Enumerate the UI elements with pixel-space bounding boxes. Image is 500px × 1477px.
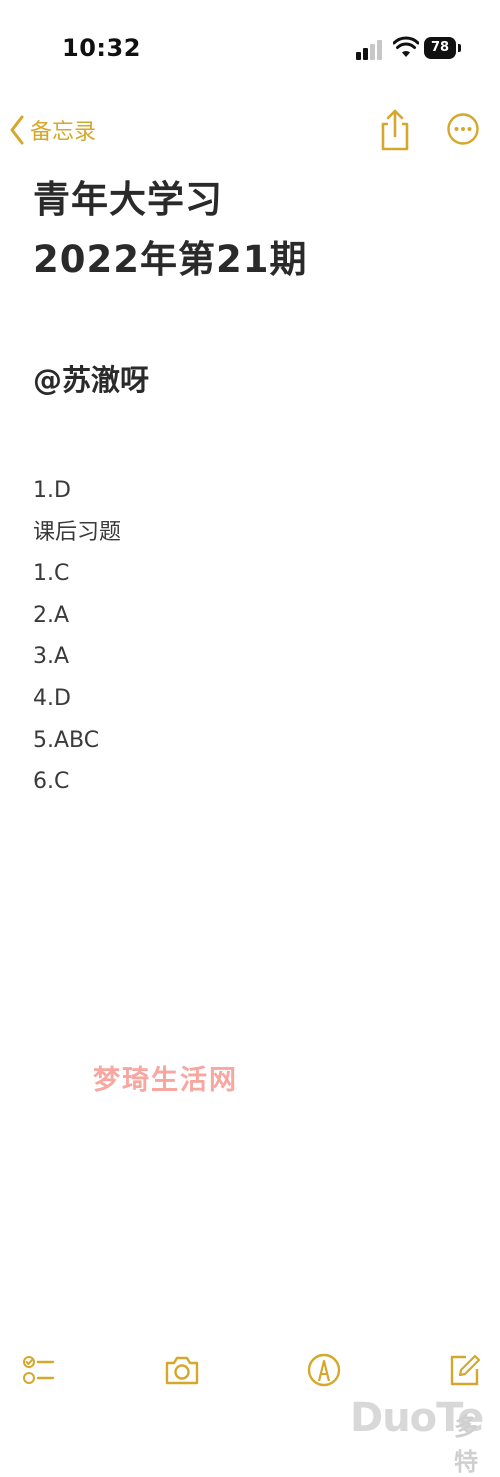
checklist-button[interactable] xyxy=(20,1350,60,1390)
note-title-line-1: 青年大学习 xyxy=(33,178,223,221)
note-title-line-2: 2022年第21期 xyxy=(33,238,308,281)
watermark: 梦琦生活网 xyxy=(93,1065,238,1096)
section-heading: 课后习题 xyxy=(33,519,122,545)
status-bar: 10:32 78 xyxy=(0,0,500,100)
share-icon[interactable] xyxy=(378,108,412,152)
wifi-icon xyxy=(393,36,419,57)
answer-line: 5.ABC xyxy=(33,727,100,753)
camera-icon xyxy=(165,1356,199,1385)
answer-line: 4.D xyxy=(33,685,71,711)
compose-button[interactable] xyxy=(444,1350,484,1390)
camera-button[interactable] xyxy=(162,1350,202,1390)
battery-indicator: 78 xyxy=(424,37,461,59)
answer-line: 1.C xyxy=(33,561,70,587)
chevron-left-icon xyxy=(10,115,24,145)
cellular-signal-icon xyxy=(356,38,386,60)
status-time: 10:32 xyxy=(62,34,141,62)
compose-icon xyxy=(450,1354,481,1386)
answer-line: 3.A xyxy=(33,644,70,670)
markup-icon xyxy=(307,1353,341,1387)
back-button[interactable]: 备忘录 xyxy=(8,110,96,150)
markup-button[interactable] xyxy=(304,1350,344,1390)
note-answers[interactable]: 1.D 课后习题 1.C 2.A 3.A 4.D 5.ABC 6.C xyxy=(33,470,121,803)
more-icon[interactable] xyxy=(446,112,480,146)
answer-line: 6.C xyxy=(33,769,70,795)
navigation-bar: 备忘录 xyxy=(0,100,500,160)
checklist-icon xyxy=(23,1356,55,1384)
duote-logo: DuoTe 多特 xyxy=(350,1395,500,1476)
note-title[interactable]: 青年大学习 2022年第21期 xyxy=(33,170,473,290)
logo-chinese: 多特 xyxy=(454,1413,478,1476)
answer-line: 1.D xyxy=(33,478,71,503)
note-author: @苏澈呀 xyxy=(33,363,150,397)
back-label: 备忘录 xyxy=(30,120,97,145)
answer-line: 2.A xyxy=(33,602,70,628)
